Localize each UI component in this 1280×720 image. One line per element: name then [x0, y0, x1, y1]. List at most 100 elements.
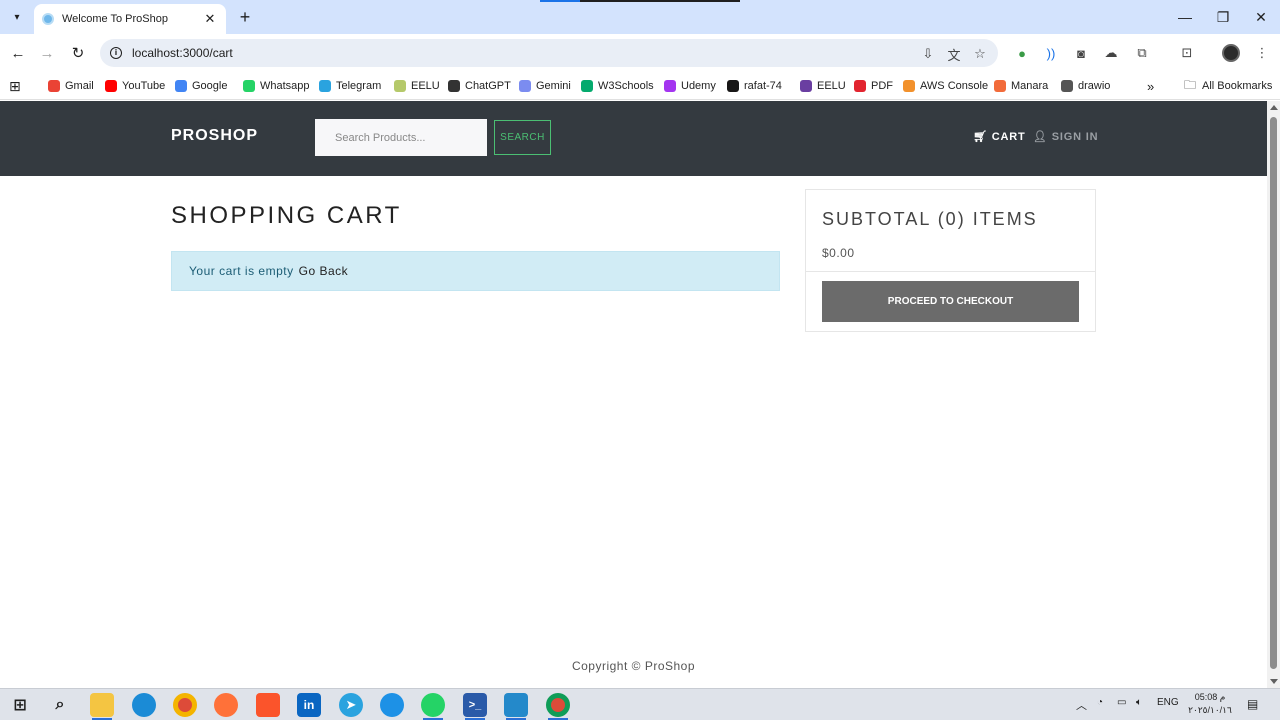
bookmark-label: Udemy [681, 80, 716, 92]
bookmark-label: Telegram [336, 80, 382, 92]
maximize-icon[interactable]: ❐ [1204, 0, 1242, 34]
bookmark-item[interactable]: AWS Console [903, 77, 988, 95]
scroll-down-icon[interactable] [1270, 679, 1278, 684]
signin-link-label: SIGN IN [1051, 130, 1099, 143]
site-navbar: PROSHOP Search Products... SEARCH 🛒︎ CAR… [0, 101, 1267, 176]
battery-icon[interactable]: ▭ [1117, 697, 1126, 708]
bookmark-item[interactable]: Telegram [319, 77, 381, 95]
chrome-icon[interactable] [173, 693, 197, 717]
profile-avatar[interactable] [1222, 44, 1240, 62]
subtotal-amount: $0.00 [822, 246, 855, 260]
chrome-active-icon[interactable] [546, 693, 570, 717]
tray-expand-icon[interactable]: ︿ [1076, 697, 1087, 713]
brave-icon[interactable] [256, 693, 280, 717]
user-icon: 👤︎ [1033, 131, 1048, 143]
bookmark-item[interactable]: YouTube [105, 77, 165, 95]
extension-globe-icon[interactable]: ● [1012, 43, 1032, 63]
language-indicator[interactable]: ENG [1157, 697, 1179, 708]
search-input[interactable]: Search Products... [315, 119, 487, 156]
search-icon[interactable]: ⌕ [48, 693, 72, 717]
browser-tab[interactable]: Welcome To ProShop ✕ [34, 4, 226, 34]
shopping-cart-icon: 🛒︎ [973, 131, 988, 143]
bookmark-favicon-icon [243, 80, 255, 92]
tab-close-icon[interactable]: ✕ [202, 11, 218, 27]
bookmark-favicon-icon [994, 80, 1006, 92]
minimize-icon[interactable]: — [1166, 0, 1204, 34]
linkedin-icon[interactable]: in [297, 693, 321, 717]
extension-camera-icon[interactable]: ◙ [1071, 43, 1091, 63]
bookmark-favicon-icon [175, 80, 187, 92]
page-scrollbar[interactable] [1267, 101, 1280, 688]
system-clock[interactable]: 05:08 م ٢٠٢٥/١٠/١٦ [1186, 691, 1234, 717]
bookmark-item[interactable]: drawio [1061, 77, 1110, 95]
proceed-to-checkout-button[interactable]: PROCEED TO CHECKOUT [822, 281, 1079, 322]
bookmark-favicon-icon [448, 80, 460, 92]
all-bookmarks-folder[interactable]: 🗀 All Bookmarks [1184, 77, 1272, 95]
bookmark-label: Whatsapp [260, 80, 310, 92]
extensions-puzzle-icon[interactable]: ⧉ [1132, 43, 1152, 63]
firefox-icon[interactable] [214, 693, 238, 717]
edge-icon[interactable] [132, 693, 156, 717]
file-explorer-icon[interactable] [90, 693, 114, 717]
tab-search-icon[interactable]: ▾ [6, 6, 28, 28]
bookmark-item[interactable]: Whatsapp [243, 77, 310, 95]
bookmark-favicon-icon [319, 80, 331, 92]
scroll-thumb[interactable] [1270, 117, 1277, 669]
forward-icon[interactable]: → [35, 41, 59, 65]
bookmark-item[interactable]: Udemy [664, 77, 716, 95]
install-app-icon[interactable]: ⇩ [918, 44, 938, 64]
screenshot-icon[interactable]: ⊡ [1177, 43, 1197, 63]
bookmark-favicon-icon [727, 80, 739, 92]
windows-taskbar: ⊞ ⌕ in ➤ >_ ︿ ◔ ▭ 🔈︎ ENG 05:08 م ٢٠٢٥/١٠… [0, 688, 1280, 720]
wifi-icon[interactable]: ◔ [1097, 697, 1103, 708]
notification-icon[interactable]: ▤ [1247, 697, 1258, 711]
scroll-up-icon[interactable] [1270, 105, 1278, 110]
bookmark-item[interactable]: Manara [994, 77, 1048, 95]
docker-icon[interactable] [380, 693, 404, 717]
apps-grid-icon[interactable]: ⊞ [9, 77, 21, 95]
tab-strip: ▾ Welcome To ProShop ✕ + — ❐ ✕ [0, 0, 1280, 34]
bookmark-favicon-icon [519, 80, 531, 92]
address-bar[interactable]: i localhost:3000/cart ⇩ 文 ☆ [100, 39, 998, 67]
new-tab-icon[interactable]: + [234, 6, 256, 28]
bookmark-item[interactable]: W3Schools [581, 77, 654, 95]
back-icon[interactable]: ← [6, 41, 30, 65]
powershell-icon[interactable]: >_ [463, 693, 487, 717]
cart-link[interactable]: 🛒︎ CART [973, 130, 1026, 144]
search-button[interactable]: SEARCH [494, 120, 551, 155]
windows-start-icon[interactable]: ⊞ [8, 693, 32, 717]
bookmark-item[interactable]: ChatGPT [448, 77, 511, 95]
telegram-icon[interactable]: ➤ [339, 693, 363, 717]
bookmark-favicon-icon [105, 80, 117, 92]
window-close-icon[interactable]: ✕ [1242, 0, 1280, 34]
whatsapp-icon[interactable] [421, 693, 445, 717]
extension-wave-icon[interactable]: )) [1041, 43, 1061, 63]
vscode-icon[interactable] [504, 693, 528, 717]
bookmark-label: drawio [1078, 80, 1111, 92]
site-footer: Copyright © ProShop [571, 659, 696, 673]
reload-icon[interactable]: ↻ [66, 41, 90, 65]
subtotal-heading: SUBTOTAL (0) ITEMS [822, 209, 1038, 229]
bookmark-item[interactable]: PDF [854, 77, 893, 95]
bookmark-label: Gemini [536, 80, 571, 92]
bookmarks-bar: ⊞ Gmail YouTube Google Whatsapp Telegram EELU… [0, 72, 1280, 100]
bookmark-item[interactable]: EELU [394, 77, 440, 95]
menu-kebab-icon[interactable]: ⋮ [1252, 43, 1272, 63]
more-bookmarks-icon[interactable]: » [1147, 77, 1154, 95]
signin-link[interactable]: 👤︎ SIGN IN [1033, 130, 1099, 144]
bookmark-item[interactable]: rafat-74 [727, 77, 782, 95]
go-back-link[interactable]: Go Back [299, 264, 349, 278]
bookmark-item[interactable]: EELU [800, 77, 846, 95]
brand-logo[interactable]: PROSHOP [171, 127, 258, 145]
bookmark-favicon-icon [800, 80, 812, 92]
loading-bar [540, 0, 740, 2]
bookmark-item[interactable]: Google [175, 77, 227, 95]
site-info-icon[interactable]: i [110, 47, 122, 59]
volume-icon[interactable]: 🔈︎ [1136, 697, 1142, 708]
page-title: SHOPPING CART [171, 202, 402, 229]
bookmark-item[interactable]: Gemini [519, 77, 571, 95]
bookmark-item[interactable]: Gmail [48, 77, 94, 95]
bookmark-star-icon[interactable]: ☆ [970, 44, 990, 64]
extension-cloud-icon[interactable]: ☁ [1101, 43, 1121, 63]
translate-icon[interactable]: 文 [944, 44, 964, 64]
